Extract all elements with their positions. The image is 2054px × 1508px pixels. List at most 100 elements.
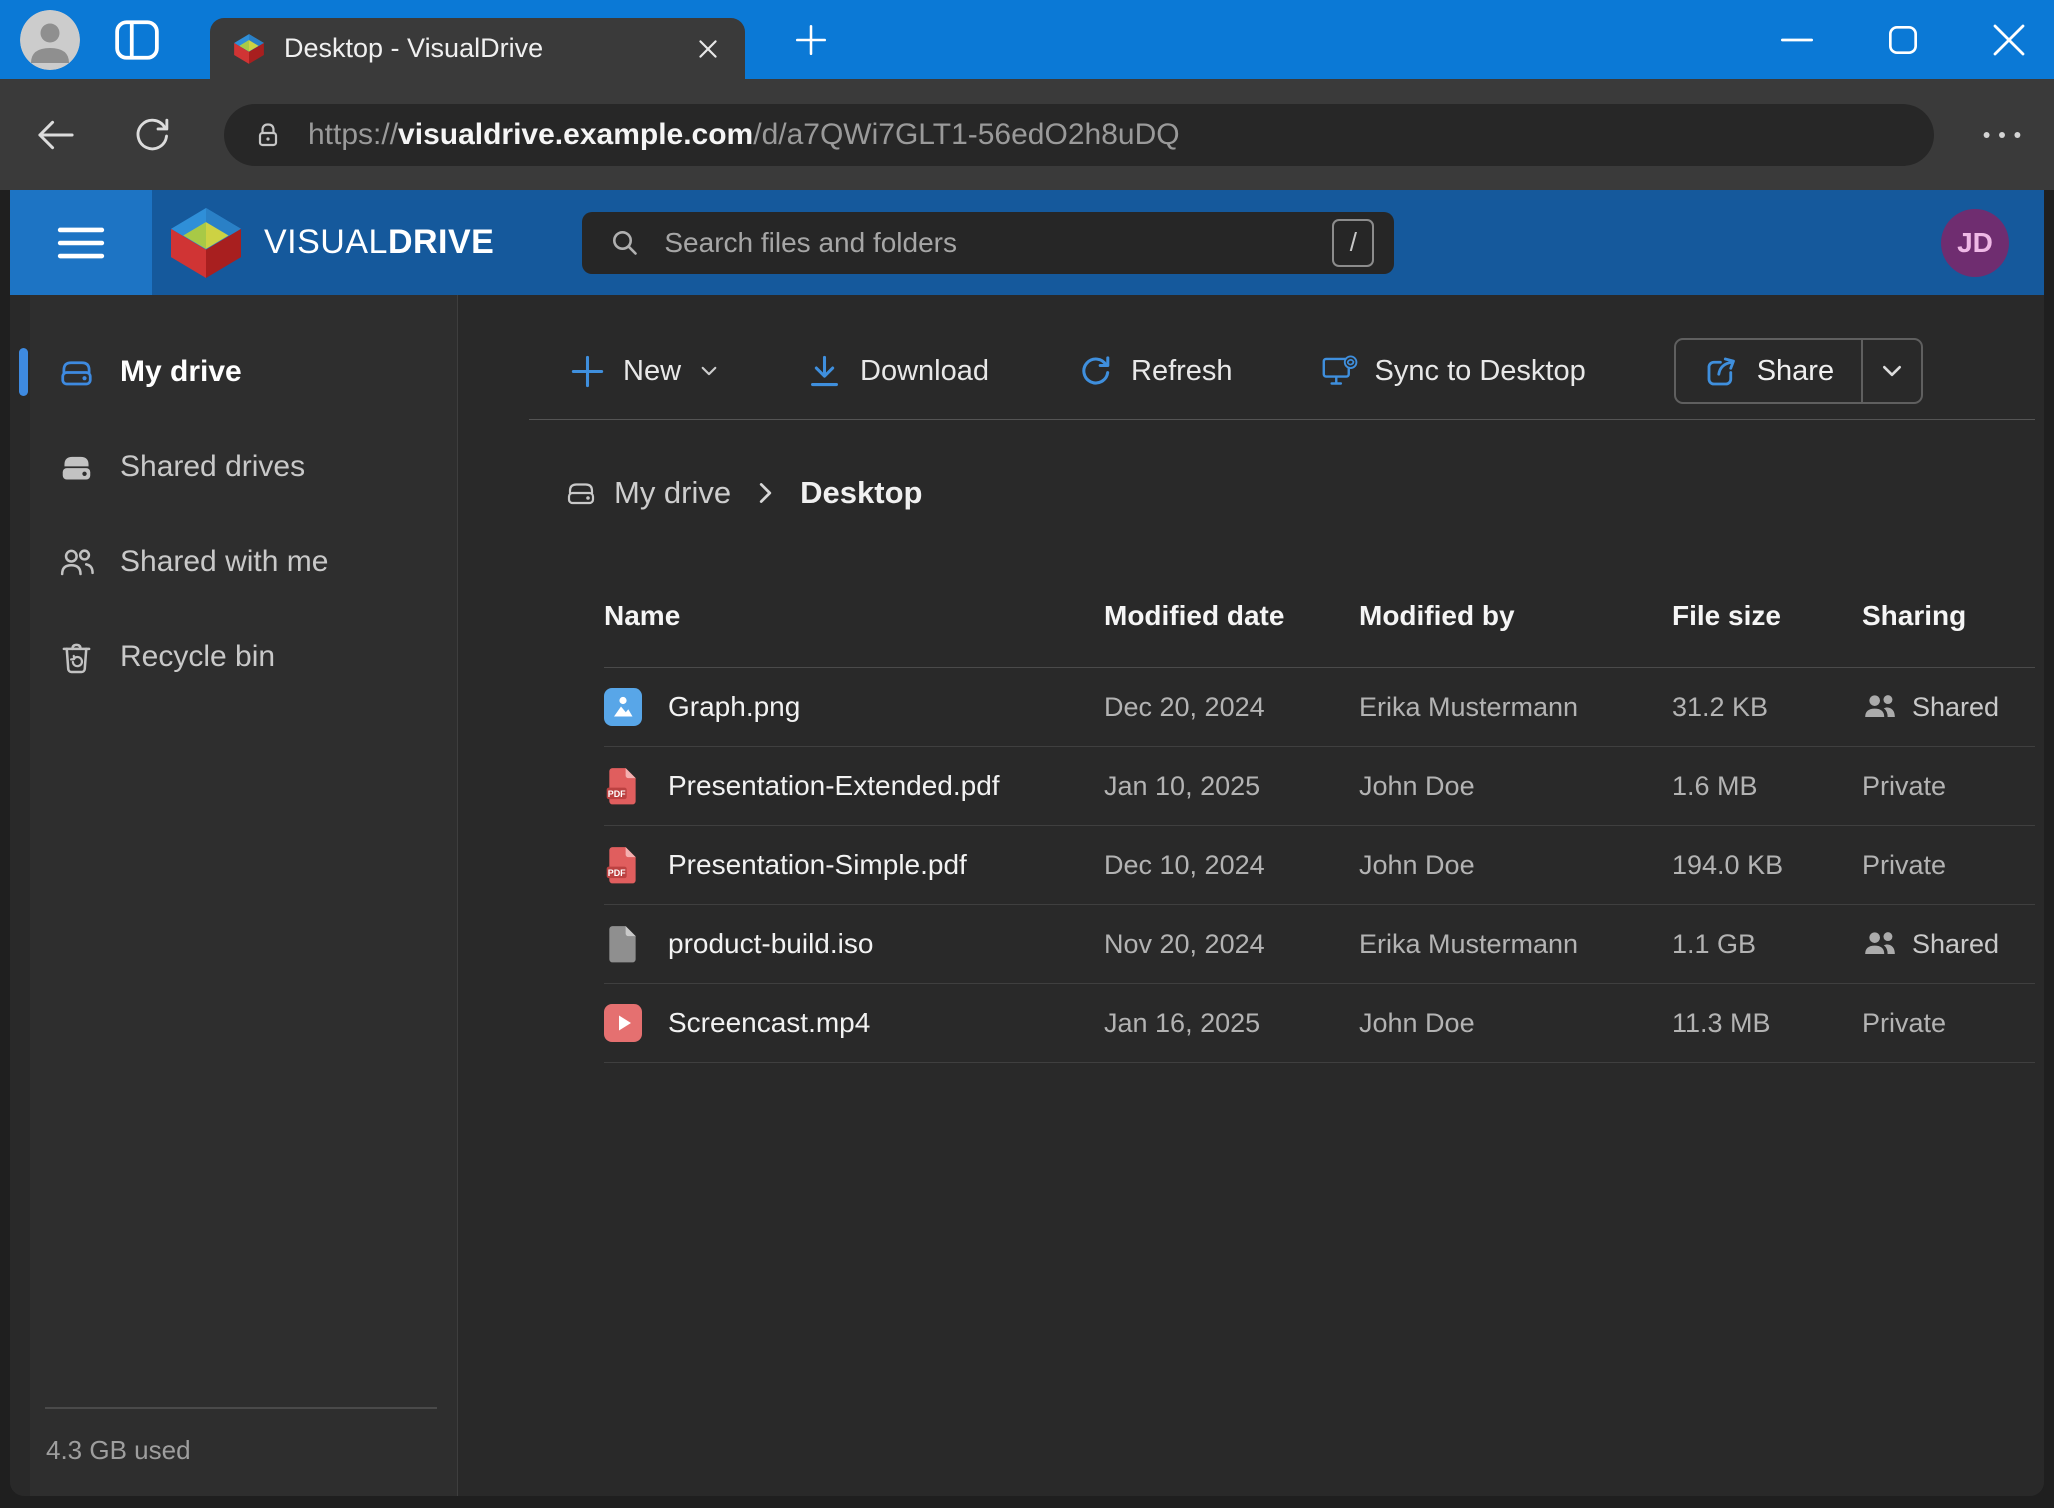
storage-used-label: 4.3 GB used bbox=[46, 1435, 457, 1466]
file-size: 1.6 MB bbox=[1672, 771, 1862, 802]
reload-icon[interactable] bbox=[126, 109, 178, 161]
url-path: /d/a7QWi7GLT1-56edO2h8uDQ bbox=[753, 118, 1179, 151]
toolbar-button-label: Sync to Desktop bbox=[1375, 355, 1586, 388]
file-row-presentation-extended-pdf[interactable]: PDFPresentation-Extended.pdfJan 10, 2025… bbox=[604, 747, 2035, 826]
table-header-row: NameModified dateModified byFile sizeSha… bbox=[604, 565, 2035, 668]
url-text: https://visualdrive.example.com/d/a7QWi7… bbox=[308, 118, 1180, 152]
breadcrumb-root[interactable]: My drive bbox=[614, 475, 731, 511]
column-header-name[interactable]: Name bbox=[604, 600, 1104, 632]
browser-tab[interactable]: Desktop - VisualDrive bbox=[210, 18, 745, 79]
sidebar-item-label: My drive bbox=[120, 355, 242, 389]
drive-icon bbox=[564, 476, 598, 510]
active-indicator bbox=[19, 348, 28, 396]
sharing-label: Shared bbox=[1912, 692, 1999, 723]
tab-title: Desktop - VisualDrive bbox=[284, 33, 691, 64]
toolbar-new-button[interactable]: New bbox=[569, 353, 718, 390]
file-name: Presentation-Simple.pdf bbox=[668, 849, 967, 881]
file-size: 31.2 KB bbox=[1672, 692, 1862, 723]
hamburger-menu-button[interactable] bbox=[10, 190, 152, 295]
app-header: VISUALDRIVE / JD bbox=[10, 190, 2044, 295]
file-name-cell: Screencast.mp4 bbox=[604, 1003, 1104, 1043]
toolbar-sync-to-desktop-button[interactable]: Sync to Desktop bbox=[1321, 353, 1586, 390]
column-header-modified-by[interactable]: Modified by bbox=[1359, 600, 1672, 632]
modified-by: John Doe bbox=[1359, 850, 1672, 881]
file-rows: Graph.pngDec 20, 2024Erika Mustermann31.… bbox=[604, 668, 2035, 1063]
sync-desktop-icon bbox=[1321, 353, 1358, 390]
column-header-sharing[interactable]: Sharing bbox=[1862, 600, 2035, 632]
browser-menu-dots-icon[interactable] bbox=[1976, 115, 2028, 155]
modified-by: John Doe bbox=[1359, 771, 1672, 802]
profile-person-icon bbox=[20, 10, 80, 70]
file-row-presentation-simple-pdf[interactable]: PDF Presentation-Simple.pdf Dec 10, 2024Jo… bbox=[604, 826, 2035, 905]
share-dropdown-button[interactable] bbox=[1863, 340, 1921, 402]
search-input[interactable] bbox=[664, 227, 1332, 259]
download-icon bbox=[806, 353, 843, 390]
toolbar-button-label: Refresh bbox=[1131, 355, 1233, 388]
file-row-screencast-mp4[interactable]: Screencast.mp4Jan 16, 2025John Doe11.3 M… bbox=[604, 984, 2035, 1063]
sharing-label: Private bbox=[1862, 771, 1946, 802]
breadcrumb-chevron-icon bbox=[758, 481, 773, 505]
refresh-icon bbox=[1077, 353, 1114, 390]
toolbar-download-button[interactable]: Download bbox=[806, 353, 989, 390]
sidebar-item-shared-drives[interactable]: Shared drives bbox=[10, 435, 457, 499]
file-size: 11.3 MB bbox=[1672, 1008, 1862, 1039]
url-bar[interactable]: https://visualdrive.example.com/d/a7QWi7… bbox=[224, 104, 1934, 166]
sidebar-item-label: Recycle bin bbox=[120, 640, 275, 674]
user-avatar[interactable]: JD bbox=[1941, 209, 2009, 277]
active-indicator bbox=[19, 633, 28, 681]
search-icon bbox=[608, 226, 642, 260]
app-content: My drive Shared drives Shared with me Recyc… bbox=[10, 295, 2044, 1496]
file-size: 194.0 KB bbox=[1672, 850, 1862, 881]
column-header-file-size[interactable]: File size bbox=[1672, 600, 1862, 632]
sharing-label: Private bbox=[1862, 1008, 1946, 1039]
back-icon[interactable] bbox=[30, 109, 82, 161]
share-button[interactable]: Share bbox=[1676, 340, 1861, 402]
maximize-button[interactable] bbox=[1882, 19, 1924, 61]
modified-date: Jan 10, 2025 bbox=[1104, 771, 1359, 802]
browser-titlebar: Desktop - VisualDrive bbox=[0, 0, 2054, 79]
toolbar-refresh-button[interactable]: Refresh bbox=[1077, 353, 1233, 390]
file-name-cell: PDF Presentation-Simple.pdf bbox=[604, 845, 1104, 885]
tab-close-icon[interactable] bbox=[691, 32, 725, 66]
drive-icon bbox=[57, 353, 96, 392]
close-window-button[interactable] bbox=[1988, 19, 2030, 61]
people-icon bbox=[1862, 928, 1898, 960]
pdf-file-icon: PDF bbox=[604, 845, 642, 885]
main-panel: New Download Refresh Sync to Desktop Share bbox=[458, 295, 2044, 1496]
sharing-status: Private bbox=[1862, 771, 2035, 802]
modified-date: Dec 10, 2024 bbox=[1104, 850, 1359, 881]
sidebar-nav: My drive Shared drives Shared with me Recyc… bbox=[10, 340, 457, 720]
file-name: product-build.iso bbox=[668, 928, 873, 960]
sidebar-item-recycle-bin[interactable]: Recycle bin bbox=[10, 625, 457, 689]
browser-window: Desktop - VisualDrive bbox=[0, 0, 2054, 1508]
modified-date: Jan 16, 2025 bbox=[1104, 1008, 1359, 1039]
column-header-modified-date[interactable]: Modified date bbox=[1104, 600, 1359, 632]
sidebar-item-label: Shared with me bbox=[120, 545, 328, 579]
recycle-bin-icon bbox=[57, 638, 96, 677]
brand-regular: VISUAL bbox=[264, 223, 388, 261]
minimize-button[interactable] bbox=[1776, 19, 1818, 61]
modified-by: Erika Mustermann bbox=[1359, 929, 1672, 960]
search-box[interactable]: / bbox=[582, 212, 1394, 274]
sharing-status: Private bbox=[1862, 850, 2035, 881]
file-row-product-build-iso[interactable]: product-build.isoNov 20, 2024Erika Muste… bbox=[604, 905, 2035, 984]
sharing-label: Private bbox=[1862, 850, 1946, 881]
sharing-label: Shared bbox=[1912, 929, 1999, 960]
image-file-icon bbox=[604, 687, 642, 727]
search-shortcut-badge: / bbox=[1332, 219, 1374, 267]
file-row-graph-png[interactable]: Graph.pngDec 20, 2024Erika Mustermann31.… bbox=[604, 668, 2035, 747]
sidebar-item-shared-with-me[interactable]: Shared with me bbox=[10, 530, 457, 594]
share-button-label: Share bbox=[1757, 355, 1834, 388]
sharing-status: Private bbox=[1862, 1008, 2035, 1039]
lock-icon bbox=[252, 119, 284, 151]
browser-profile-avatar[interactable] bbox=[20, 10, 80, 70]
new-tab-button[interactable] bbox=[791, 20, 831, 60]
tab-switcher-icon[interactable] bbox=[114, 19, 160, 61]
plus-icon bbox=[569, 353, 606, 390]
people-icon bbox=[1862, 691, 1898, 723]
file-name: Graph.png bbox=[668, 691, 800, 723]
toolbar: New Download Refresh Sync to Desktop Share bbox=[529, 295, 2035, 420]
chevron-down-icon bbox=[700, 365, 718, 377]
svg-text:PDF: PDF bbox=[608, 868, 626, 878]
sidebar-item-my-drive[interactable]: My drive bbox=[10, 340, 457, 404]
